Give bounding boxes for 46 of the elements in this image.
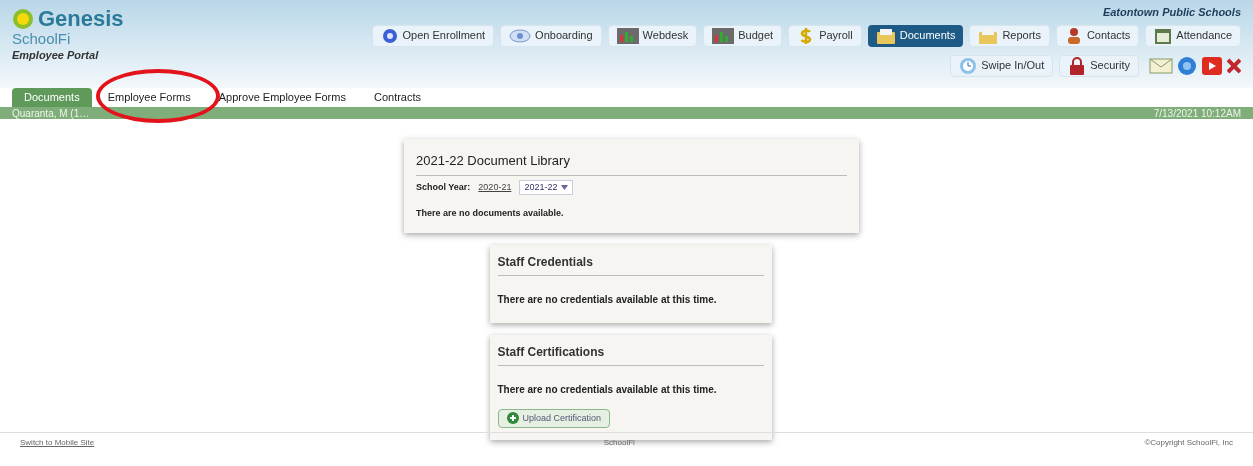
footer-product: SchoolFi: [603, 437, 635, 449]
nav-button[interactable]: Payroll: [788, 24, 862, 47]
lock-icon: [1068, 56, 1087, 75]
empty-message: There are no documents available.: [416, 207, 565, 220]
card-title: 2021-22 Document Library: [416, 151, 847, 176]
video-icon[interactable]: [1201, 55, 1223, 76]
clock-icon: [959, 56, 978, 75]
district-name: Eatontown Public Schools: [1102, 5, 1241, 20]
tab[interactable]: Employee Forms: [95, 88, 203, 107]
mobile-site-link[interactable]: Switch to Mobile Site: [20, 437, 95, 449]
nav-button[interactable]: Budget: [703, 24, 783, 47]
nav-button[interactable]: Documents: [867, 24, 964, 47]
tab[interactable]: Approve Employee Forms: [206, 88, 358, 107]
chart-icon: [616, 26, 639, 45]
eye-icon: [509, 26, 532, 45]
nav-button[interactable]: Webdesk: [607, 24, 698, 47]
nav-button[interactable]: Security: [1059, 54, 1139, 77]
folder-icon: [978, 26, 999, 45]
nav-button[interactable]: Contacts: [1055, 24, 1140, 47]
close-icon[interactable]: [1227, 56, 1241, 75]
nav-button[interactable]: Attendance: [1145, 24, 1241, 47]
field-label: School Year:: [416, 180, 471, 194]
calendar-icon: [1154, 26, 1173, 45]
empty-message: There are no credentials available at this time.: [497, 292, 718, 307]
plus-icon: [506, 412, 519, 425]
date-time: 7/13/2021 10:12AM: [1153, 106, 1241, 121]
year-option[interactable]: 2021-22: [519, 179, 574, 195]
logo-icon: [12, 8, 34, 30]
nav-button[interactable]: Open Enrollment: [371, 24, 495, 47]
card-title: Staff Certifications: [497, 342, 764, 366]
folder-icon: [875, 26, 896, 45]
chart-icon: [712, 26, 735, 45]
nav-button[interactable]: Reports: [969, 24, 1050, 47]
nav-button[interactable]: Swipe In/Out: [950, 54, 1054, 77]
copyright-text: ©Copyright SchoolFi, Inc: [1144, 437, 1233, 449]
tab[interactable]: Contracts: [361, 88, 434, 107]
brand-name: Genesis: [38, 8, 124, 30]
product-name: SchoolFi: [12, 30, 72, 49]
card-title: Staff Credentials: [497, 252, 764, 276]
empty-message: There are no credentials available at this time.: [497, 382, 718, 397]
year-option[interactable]: 2020-21: [478, 180, 512, 194]
nav-button[interactable]: Onboarding: [500, 24, 602, 47]
user-name: Quaranta, M (1…: [12, 106, 90, 121]
caret-icon: [561, 184, 569, 190]
portal-name: Employee Portal: [12, 48, 100, 63]
upload-button[interactable]: Upload Certification: [497, 408, 611, 428]
